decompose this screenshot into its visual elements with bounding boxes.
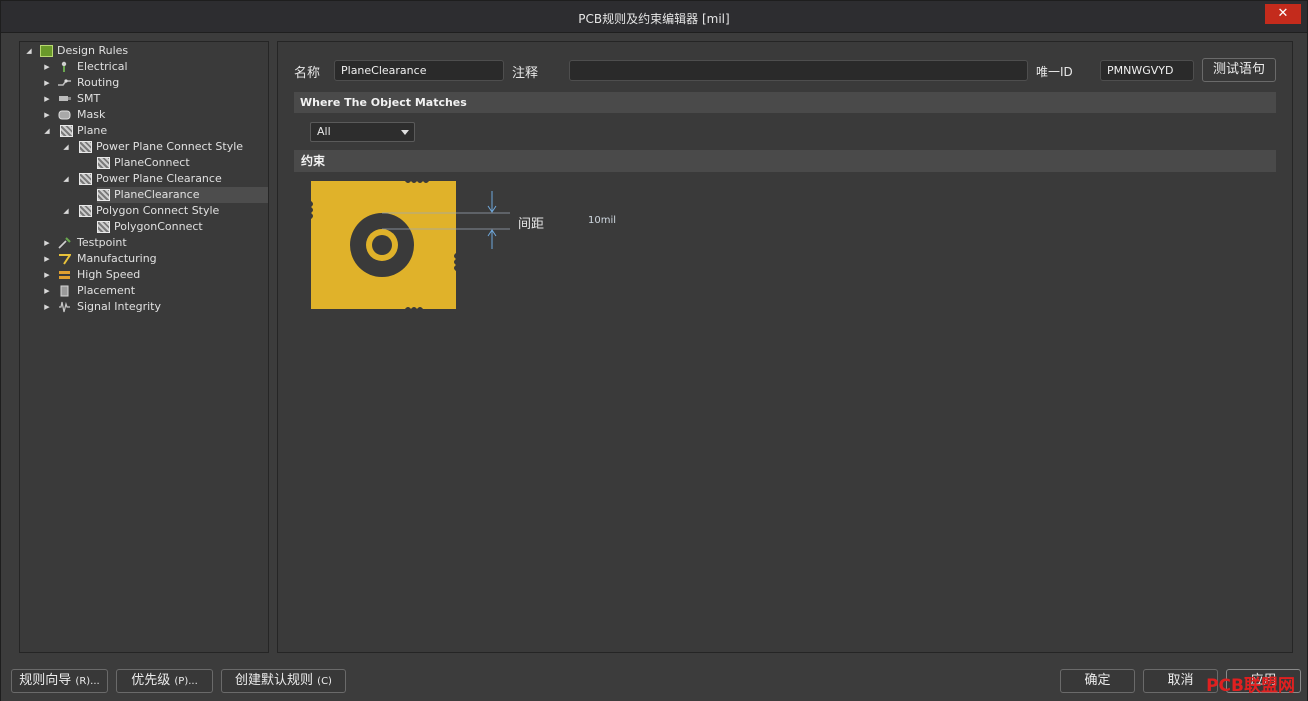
collapse-arrow-icon[interactable]: ◢	[61, 203, 71, 219]
tree-item-mask[interactable]: ▶ Mask	[42, 107, 268, 123]
tree-item-planeconnect[interactable]: PlaneConnect	[97, 155, 268, 171]
test-statement-button[interactable]: 测试语句	[1202, 58, 1276, 82]
tree-item-plane[interactable]: ◢ Plane	[42, 123, 268, 139]
rule-comment-input[interactable]	[569, 60, 1028, 81]
clearance-label: 间距	[518, 217, 545, 232]
close-icon: ✕	[1277, 6, 1289, 21]
priority-label: 优先级	[131, 673, 171, 688]
tree-root[interactable]: ◢ Design Rules	[24, 43, 268, 59]
rules-tree[interactable]: ◢ Design Rules ▶ Electrical ▶ Routing ▶	[19, 41, 269, 653]
placement-icon	[60, 285, 69, 297]
testpoint-icon	[58, 237, 71, 249]
copper-plane-graphic	[311, 181, 456, 309]
plane-icon	[60, 125, 73, 137]
plane-rule-icon	[79, 205, 92, 217]
tree-item-smt[interactable]: ▶ SMT	[42, 91, 268, 107]
clearance-value[interactable]: 10mil	[588, 215, 616, 226]
tree-item-label: PolygonConnect	[114, 220, 203, 233]
tree-item-label: Mask	[77, 108, 106, 121]
tree-item-routing[interactable]: ▶ Routing	[42, 75, 268, 91]
expand-arrow-icon[interactable]: ▶	[42, 235, 52, 251]
collapse-arrow-icon[interactable]: ◢	[24, 43, 34, 59]
tree-item-label: SMT	[77, 92, 101, 105]
where-object-matches-header: Where The Object Matches	[294, 92, 1276, 113]
expand-arrow-icon[interactable]: ▶	[42, 75, 52, 91]
scope-dropdown[interactable]: All	[310, 122, 415, 142]
create-default-rules-button[interactable]: 创建默认规则 (C)	[221, 669, 346, 693]
ok-button[interactable]: 确定	[1060, 669, 1135, 693]
tree-item-placement[interactable]: ▶ Placement	[42, 283, 268, 299]
create-default-rules-label: 创建默认规则	[235, 673, 314, 688]
expand-arrow-icon[interactable]: ▶	[42, 283, 52, 299]
tree-item-label: Electrical	[77, 60, 128, 73]
expand-arrow-icon[interactable]: ▶	[42, 251, 52, 267]
signal-integrity-icon	[59, 301, 70, 313]
manufacturing-icon	[59, 254, 71, 265]
unique-id-label: 唯一ID	[1036, 65, 1073, 79]
plane-rule-icon	[79, 141, 92, 153]
tree-root-label: Design Rules	[57, 44, 129, 57]
tree-item-manufacturing[interactable]: ▶ Manufacturing	[42, 251, 268, 267]
plane-rule-icon	[97, 157, 110, 169]
tree-item-label: Signal Integrity	[77, 300, 161, 313]
tree-item-signal-integrity[interactable]: ▶ Signal Integrity	[42, 299, 268, 315]
priority-shortcut: (P)...	[174, 676, 198, 687]
tree-item-label: Placement	[77, 284, 136, 297]
scope-dropdown-value: All	[317, 125, 331, 138]
tree-item-high-speed[interactable]: ▶ High Speed	[42, 267, 268, 283]
rule-wizard-label: 规则向导	[19, 673, 72, 688]
plane-rule-icon	[79, 173, 92, 185]
plane-rule-icon	[97, 221, 110, 233]
rule-wizard-shortcut: (R)...	[75, 676, 100, 687]
smt-icon	[59, 96, 71, 101]
expand-arrow-icon[interactable]: ▶	[42, 107, 52, 123]
tree-item-label: Plane	[77, 124, 108, 137]
high-speed-icon	[59, 271, 70, 279]
tree-item-power-plane-clearance[interactable]: ◢ Power Plane Clearance	[61, 171, 268, 187]
tree-item-planeclearance[interactable]: PlaneClearance	[97, 187, 268, 203]
expand-arrow-icon[interactable]: ▶	[42, 267, 52, 283]
plane-rule-icon	[97, 189, 110, 201]
tree-item-label: Polygon Connect Style	[96, 204, 220, 217]
tree-item-label: High Speed	[77, 268, 141, 281]
expand-arrow-icon[interactable]: ▶	[42, 59, 52, 75]
tree-item-label: Routing	[77, 76, 120, 89]
rule-editor-window: PCB规则及约束编辑器 [mil] ✕ ◢ Design Rules ▶ Ele…	[0, 0, 1308, 701]
chevron-down-icon	[401, 130, 409, 135]
tree-item-label: Power Plane Connect Style	[96, 140, 244, 153]
close-button[interactable]: ✕	[1265, 4, 1301, 24]
tree-item-label: Testpoint	[77, 236, 127, 249]
window-title: PCB规则及约束编辑器 [mil]	[578, 12, 730, 26]
title-bar: PCB规则及约束编辑器 [mil] ✕	[1, 1, 1307, 33]
rule-detail-panel: 名称 PlaneClearance 注释 唯一ID PMNWGVYD 测试语句 …	[277, 41, 1293, 653]
priority-button[interactable]: 优先级 (P)...	[116, 669, 213, 693]
tree-item-power-plane-connect-style[interactable]: ◢ Power Plane Connect Style	[61, 139, 268, 155]
routing-icon	[58, 79, 71, 86]
tree-item-label: PlaneConnect	[114, 156, 190, 169]
rule-name-label: 名称	[294, 66, 321, 81]
tree-item-polygon-connect-style[interactable]: ◢ Polygon Connect Style	[61, 203, 268, 219]
tree-item-label: PlaneClearance	[114, 188, 200, 201]
design-rules-icon	[40, 45, 53, 57]
tree-item-testpoint[interactable]: ▶ Testpoint	[42, 235, 268, 251]
tree-item-label: Manufacturing	[77, 252, 157, 265]
unique-id-input[interactable]: PMNWGVYD	[1100, 60, 1194, 81]
collapse-arrow-icon[interactable]: ◢	[61, 139, 71, 155]
tree-item-label: Power Plane Clearance	[96, 172, 222, 185]
rule-wizard-button[interactable]: 规则向导 (R)...	[11, 669, 108, 693]
electrical-icon	[61, 61, 67, 72]
expand-arrow-icon[interactable]: ▶	[42, 299, 52, 315]
mask-icon	[58, 110, 71, 120]
constraints-header: 约束	[294, 150, 1276, 172]
collapse-arrow-icon[interactable]: ◢	[42, 123, 52, 139]
rule-name-input[interactable]: PlaneClearance	[334, 60, 504, 81]
expand-arrow-icon[interactable]: ▶	[42, 91, 52, 107]
site-watermark: PCB联盟网	[1206, 676, 1295, 696]
create-default-rules-shortcut: (C)	[317, 676, 332, 687]
collapse-arrow-icon[interactable]: ◢	[61, 171, 71, 187]
clearance-diagram	[311, 181, 510, 309]
tree-item-electrical[interactable]: ▶ Electrical	[42, 59, 268, 75]
tree-item-polygonconnect[interactable]: PolygonConnect	[97, 219, 268, 235]
rule-comment-label: 注释	[512, 66, 539, 81]
